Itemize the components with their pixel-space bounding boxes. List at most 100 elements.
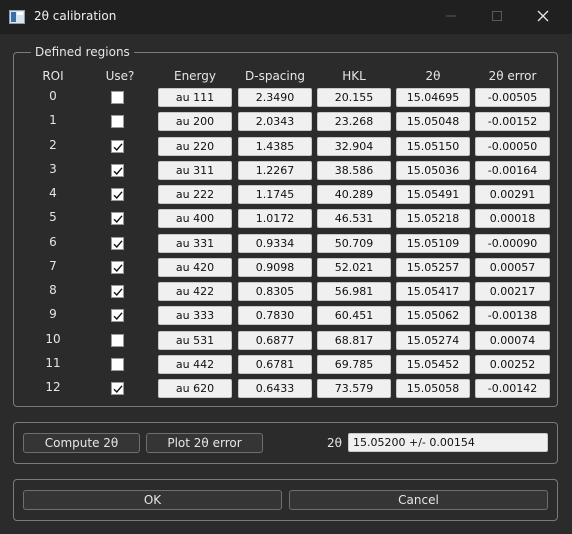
dspacing-field[interactable]: 1.1745 <box>238 185 312 204</box>
two-theta-field[interactable]: 15.05491 <box>396 185 470 204</box>
two-theta-error-field[interactable]: -0.00164 <box>475 161 550 180</box>
use-checkbox[interactable] <box>111 285 124 298</box>
hkl-field[interactable]: 60.451 <box>317 306 391 325</box>
use-checkbox[interactable] <box>111 212 124 225</box>
hkl-field[interactable]: 32.904 <box>317 137 391 156</box>
ok-button[interactable]: OK <box>23 490 282 510</box>
dspacing-field[interactable]: 1.2267 <box>238 161 312 180</box>
compute-two-theta-button[interactable]: Compute 2θ <box>23 433 140 453</box>
use-checkbox[interactable] <box>111 115 124 128</box>
energy-field[interactable]: au 311 <box>158 161 232 180</box>
dspacing-field[interactable]: 2.0343 <box>238 112 312 131</box>
plot-two-theta-error-button[interactable]: Plot 2θ error <box>146 433 263 453</box>
energy-field[interactable]: au 400 <box>158 209 232 228</box>
dspacing-field[interactable]: 1.4385 <box>238 137 312 156</box>
two-theta-error-field[interactable]: 0.00217 <box>475 282 550 301</box>
roi-number: 7 <box>49 259 57 273</box>
roi-number: 0 <box>49 89 57 103</box>
cancel-button[interactable]: Cancel <box>289 490 548 510</box>
hkl-field[interactable]: 73.579 <box>317 379 391 398</box>
two-theta-error-field[interactable]: -0.00050 <box>475 137 550 156</box>
two-theta-error-field[interactable]: -0.00152 <box>475 112 550 131</box>
energy-field[interactable]: au 331 <box>158 234 232 253</box>
use-checkbox[interactable] <box>111 382 124 395</box>
two-theta-error-field[interactable]: 0.00291 <box>475 185 550 204</box>
two-theta-result-field[interactable]: 15.05200 +/- 0.00154 <box>348 433 548 452</box>
energy-field[interactable]: au 111 <box>158 88 232 107</box>
dspacing-field[interactable]: 0.6877 <box>238 331 312 350</box>
two-theta-field[interactable]: 15.05150 <box>396 137 470 156</box>
dspacing-field[interactable]: 0.8305 <box>238 282 312 301</box>
two-theta-field[interactable]: 15.05048 <box>396 112 470 131</box>
maximize-button[interactable] <box>474 0 520 34</box>
dspacing-field[interactable]: 0.6781 <box>238 355 312 374</box>
dspacing-field[interactable]: 2.3490 <box>238 88 312 107</box>
header-energy: Energy <box>173 69 216 83</box>
dspacing-field[interactable]: 1.0172 <box>238 209 312 228</box>
use-checkbox[interactable] <box>111 91 124 104</box>
hkl-field[interactable]: 69.785 <box>317 355 391 374</box>
hkl-field[interactable]: 50.709 <box>317 234 391 253</box>
energy-field[interactable]: au 420 <box>158 258 232 277</box>
two-theta-field[interactable]: 15.05452 <box>396 355 470 374</box>
table-row: 9 au 333 0.7830 60.451 15.05062 -0.00138 <box>0 306 572 326</box>
two-theta-field[interactable]: 15.05058 <box>396 379 470 398</box>
two-theta-field[interactable]: 15.05109 <box>396 234 470 253</box>
hkl-field[interactable]: 23.268 <box>317 112 391 131</box>
hkl-field[interactable]: 52.021 <box>317 258 391 277</box>
energy-field[interactable]: au 220 <box>158 137 232 156</box>
two-theta-field[interactable]: 15.05417 <box>396 282 470 301</box>
energy-field[interactable]: au 442 <box>158 355 232 374</box>
close-button[interactable] <box>520 0 566 34</box>
use-checkbox[interactable] <box>111 334 124 347</box>
use-checkbox[interactable] <box>111 188 124 201</box>
roi-number: 11 <box>45 356 61 370</box>
use-checkbox[interactable] <box>111 237 124 250</box>
energy-field[interactable]: au 620 <box>158 379 232 398</box>
roi-number: 1 <box>49 113 57 127</box>
two-theta-result-label: 2θ <box>327 436 342 450</box>
minimize-button[interactable] <box>428 0 474 34</box>
use-checkbox[interactable] <box>111 261 124 274</box>
use-checkbox[interactable] <box>111 358 124 371</box>
use-checkbox[interactable] <box>111 140 124 153</box>
two-theta-error-field[interactable]: -0.00505 <box>475 88 550 107</box>
energy-field[interactable]: au 422 <box>158 282 232 301</box>
hkl-field[interactable]: 40.289 <box>317 185 391 204</box>
two-theta-field[interactable]: 15.05274 <box>396 331 470 350</box>
roi-number: 3 <box>49 162 57 176</box>
two-theta-error-field[interactable]: -0.00090 <box>475 234 550 253</box>
two-theta-field[interactable]: 15.05218 <box>396 209 470 228</box>
dspacing-field[interactable]: 0.7830 <box>238 306 312 325</box>
two-theta-error-field[interactable]: 0.00018 <box>475 209 550 228</box>
two-theta-error-field[interactable]: -0.00138 <box>475 306 550 325</box>
close-icon <box>537 10 549 25</box>
hkl-field[interactable]: 46.531 <box>317 209 391 228</box>
two-theta-error-field[interactable]: 0.00074 <box>475 331 550 350</box>
energy-field[interactable]: au 531 <box>158 331 232 350</box>
energy-field[interactable]: au 222 <box>158 185 232 204</box>
dspacing-field[interactable]: 0.9334 <box>238 234 312 253</box>
header-dspacing: D-spacing <box>245 69 305 83</box>
table-row: 5 au 400 1.0172 46.531 15.05218 0.00018 <box>0 209 572 229</box>
energy-field[interactable]: au 333 <box>158 306 232 325</box>
dspacing-field[interactable]: 0.9098 <box>238 258 312 277</box>
hkl-field[interactable]: 38.586 <box>317 161 391 180</box>
two-theta-error-field[interactable]: 0.00057 <box>475 258 550 277</box>
two-theta-error-field[interactable]: 0.00252 <box>475 355 550 374</box>
two-theta-field[interactable]: 15.04695 <box>396 88 470 107</box>
energy-field[interactable]: au 200 <box>158 112 232 131</box>
two-theta-field[interactable]: 15.05036 <box>396 161 470 180</box>
two-theta-field[interactable]: 15.05257 <box>396 258 470 277</box>
hkl-field[interactable]: 20.155 <box>317 88 391 107</box>
defined-regions-legend: Defined regions <box>31 45 134 59</box>
dspacing-field[interactable]: 0.6433 <box>238 379 312 398</box>
two-theta-field[interactable]: 15.05062 <box>396 306 470 325</box>
two-theta-error-field[interactable]: -0.00142 <box>475 379 550 398</box>
use-checkbox[interactable] <box>111 164 124 177</box>
hkl-field[interactable]: 56.981 <box>317 282 391 301</box>
header-hkl: HKL <box>342 69 366 83</box>
use-checkbox[interactable] <box>111 309 124 322</box>
table-row: 12 au 620 0.6433 73.579 15.05058 -0.0014… <box>0 379 572 399</box>
hkl-field[interactable]: 68.817 <box>317 331 391 350</box>
